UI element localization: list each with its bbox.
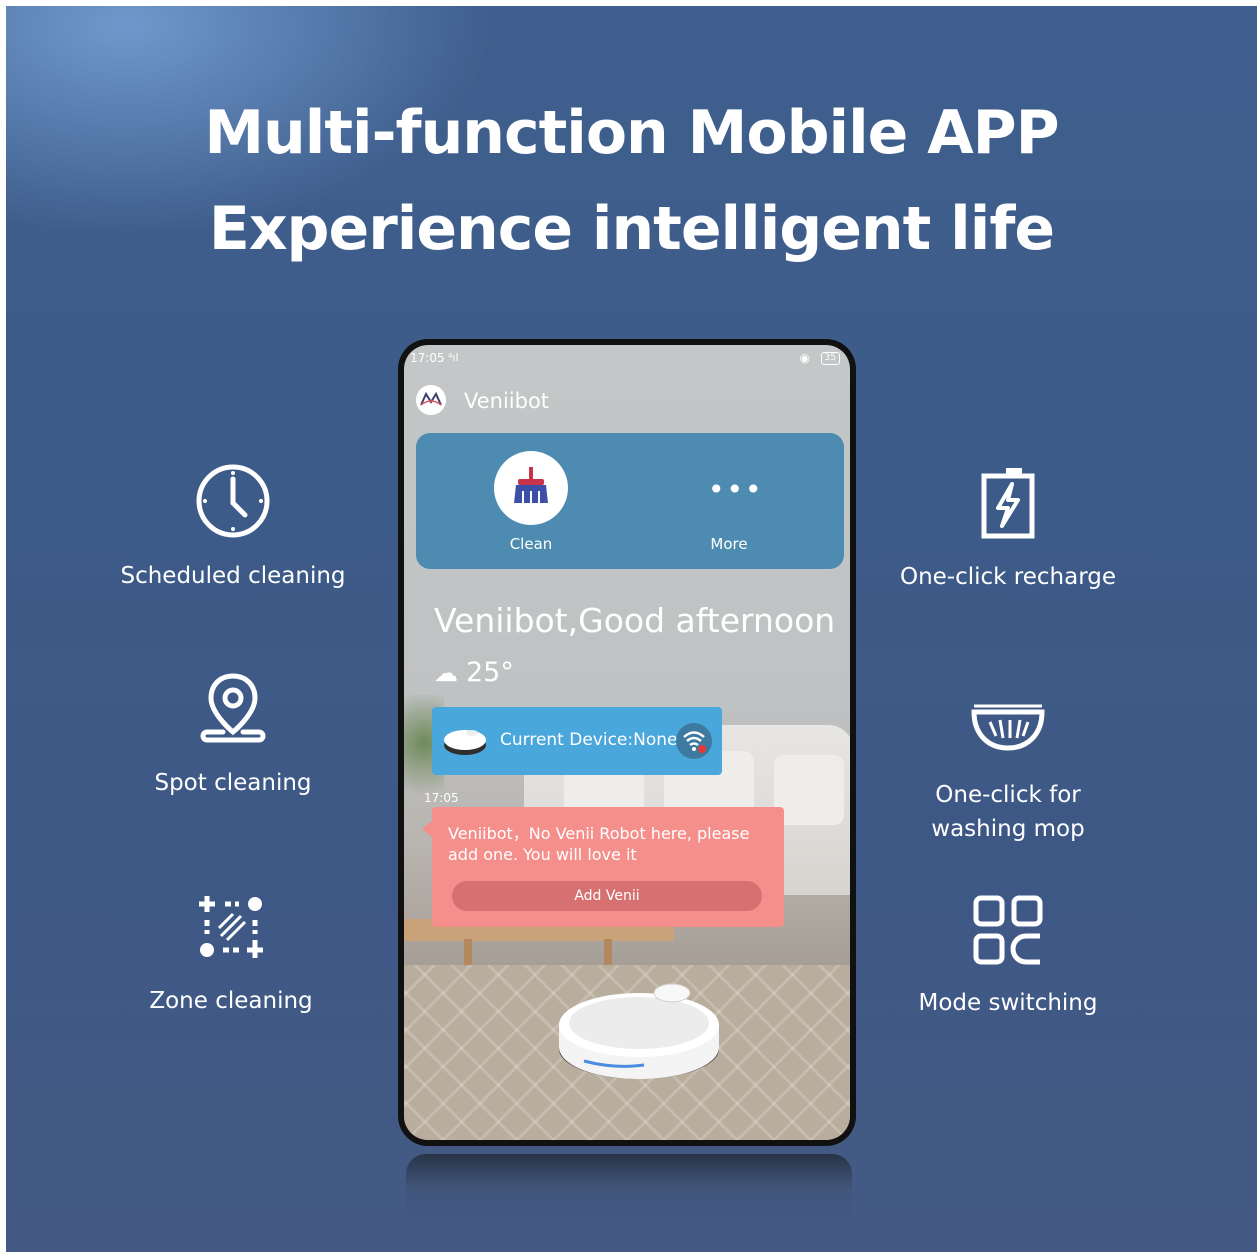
status-time: 17:05 [410,351,445,365]
veniibot-logo-icon [416,385,446,415]
robot-thumbnail-icon [444,730,486,755]
battery-indicator: 35 [820,352,840,365]
feature-label: Scheduled cleaning [120,563,346,589]
temperature: 25° [466,657,514,688]
battery-charge-icon [981,468,1035,539]
feature-label: One-click for washing mop [931,782,1085,842]
more-label[interactable]: More [679,535,779,553]
weather-info: ☁ 25° [434,657,514,688]
headline-line-1: Multi-function Mobile APP [204,98,1059,168]
feature-spot-cleaning: Spot cleaning [98,670,368,800]
message-time: 17:05 [424,791,459,805]
cloud-icon: ☁ [434,659,458,687]
location-pin-icon [200,673,266,743]
feature-zone-cleaning: Zone cleaning [96,886,366,1018]
feature-label: One-click recharge [899,564,1117,590]
phone-reflection [406,1154,852,1224]
more-dots-icon[interactable]: ••• [708,473,764,506]
clean-button[interactable] [494,451,568,525]
message-bubble: Veniibot，No Venii Robot here, please add… [422,807,784,927]
phone-screen: 17:05 ⁴ıl ◉ 35 Veniibot Clean ••• More V… [404,345,850,1140]
clean-label: Clean [509,535,553,553]
status-bar: 17:05 ⁴ıl ◉ 35 [404,349,850,369]
feature-one-click-recharge: One-click recharge [868,464,1148,594]
lock-icon: ◉ [799,351,810,365]
add-venii-button[interactable]: Add Venii [452,881,762,911]
greeting-text: Veniibot,Good afternoon [434,601,836,640]
clock-icon [196,464,270,538]
mop-icon [971,704,1045,751]
headline-line-2: Experience intelligent life [208,194,1055,264]
robot-vacuum-image [559,983,719,1079]
promo-canvas: Multi-function Mobile APP Experience int… [6,6,1257,1252]
action-panel: Clean ••• More [416,433,844,569]
feature-washing-mop: One-click for washing mop [868,696,1148,846]
broom-icon [514,467,548,503]
feature-mode-switching: Mode switching [868,890,1148,1020]
feature-scheduled-cleaning: Scheduled cleaning [98,461,368,593]
current-device-card[interactable]: Current Device:None [432,707,722,775]
grid-mode-icon [973,895,1043,965]
phone-mockup: 17:05 ⁴ıl ◉ 35 Veniibot Clean ••• More V… [398,339,856,1146]
current-device-text: Current Device:None [500,730,678,750]
feature-label: Zone cleaning [149,988,313,1014]
app-name: Veniibot [464,389,550,413]
feature-label: Spot cleaning [154,770,312,796]
wifi-status-icon[interactable] [676,723,712,759]
signal-icon: ⁴ıl [448,351,459,364]
feature-label: Mode switching [918,990,1098,1016]
zone-select-icon [199,896,263,958]
message-text: Veniibot，No Venii Robot here, please add… [448,824,750,864]
